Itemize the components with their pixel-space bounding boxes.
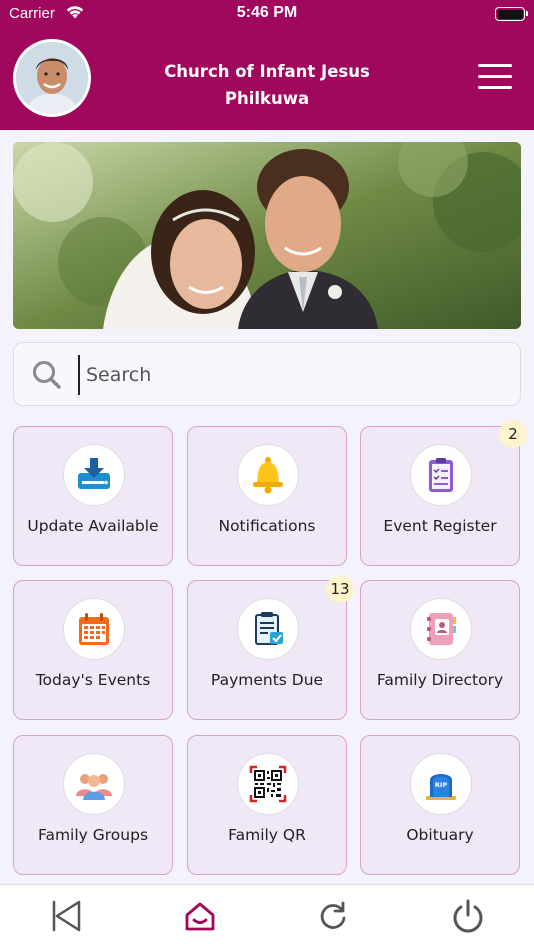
wedding-couple-photo [13, 142, 521, 329]
tile-obituary[interactable]: RIP Obituary [360, 735, 520, 875]
bill-icon [237, 598, 299, 660]
app-header: Church of Infant Jesus Philkuwa [0, 28, 534, 130]
refresh-icon[interactable] [315, 898, 351, 934]
tile-label: Family Directory [376, 671, 504, 689]
tile-event-register[interactable]: Event Register [360, 426, 520, 566]
tile-label: Update Available [27, 517, 159, 535]
tile-update-available[interactable]: Update Available [13, 426, 173, 566]
tile-payments-due[interactable]: Payments Due [187, 580, 347, 720]
avatar[interactable] [13, 39, 91, 117]
bottom-nav [0, 884, 534, 950]
badge-event-register: 2 [499, 420, 527, 448]
tile-family-qr[interactable]: Family QR [187, 735, 347, 875]
tile-todays-events[interactable]: Today's Events [13, 580, 173, 720]
avatar-photo [16, 42, 88, 114]
church-location: Philkuwa [224, 89, 310, 108]
tile-label: Obituary [406, 826, 474, 844]
download-icon [63, 444, 125, 506]
search-input[interactable] [86, 357, 486, 393]
tile-label: Notifications [218, 517, 316, 535]
tile-family-directory[interactable]: Family Directory [360, 580, 520, 720]
church-name: Church of Infant Jesus [164, 62, 370, 81]
search-icon[interactable] [32, 360, 62, 390]
status-bar: Carrier 5:46 PM [0, 0, 534, 28]
tile-family-groups[interactable]: Family Groups [13, 735, 173, 875]
qr-code-icon [237, 753, 299, 815]
banner-image [13, 142, 521, 329]
tile-label: Payments Due [210, 671, 324, 689]
hamburger-menu-icon[interactable] [478, 64, 512, 92]
address-book-icon [410, 598, 472, 660]
group-icon [63, 753, 125, 815]
tile-label: Family QR [228, 826, 306, 844]
bell-icon [237, 444, 299, 506]
text-cursor [78, 355, 80, 395]
calendar-icon [63, 598, 125, 660]
status-time: 5:46 PM [236, 4, 298, 21]
badge-payments-due: 13 [326, 575, 354, 603]
page-title: Church of Infant Jesus Philkuwa [130, 58, 404, 112]
power-icon[interactable] [450, 898, 486, 934]
tile-label: Today's Events [35, 671, 151, 689]
search-bar[interactable] [13, 342, 521, 406]
clipboard-checklist-icon [410, 444, 472, 506]
tombstone-icon: RIP [410, 753, 472, 815]
tile-label: Family Groups [37, 826, 149, 844]
back-icon[interactable] [49, 898, 85, 934]
tile-notifications[interactable]: Notifications [187, 426, 347, 566]
battery-icon [495, 7, 528, 21]
tile-label: Event Register [383, 517, 497, 535]
svg-text:RIP: RIP [435, 781, 447, 789]
home-icon[interactable] [182, 898, 218, 934]
